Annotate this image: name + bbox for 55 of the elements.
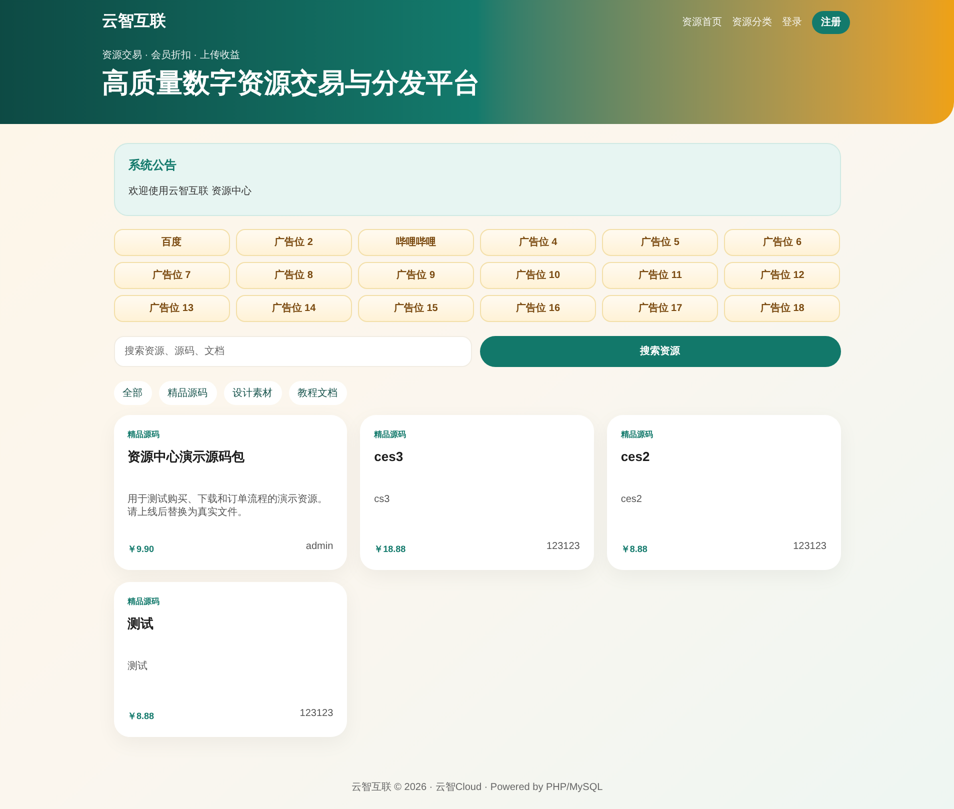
category-label: 精品源码 <box>128 429 160 441</box>
resource-title[interactable]: 资源中心演示源码包 <box>128 447 334 466</box>
ad-slot-link[interactable]: 广告位 15 <box>358 295 474 322</box>
category-label: 精品源码 <box>374 429 408 441</box>
notice-text: 欢迎使用云智互联 资源中心 <box>128 184 252 199</box>
filter-chip[interactable]: 设计素材 <box>224 381 282 405</box>
filter-chip[interactable]: 教程文档 <box>288 381 346 405</box>
notice-title: 系统公告 <box>128 157 178 174</box>
resource-title[interactable]: 测试 <box>128 614 334 634</box>
ad-slot-link[interactable]: 哔哩哔哩 <box>358 229 474 256</box>
ad-slot-link[interactable]: 广告位 9 <box>358 262 474 289</box>
resource-card[interactable]: 精品源码 测试 测试 ￥8.88 123123 <box>114 582 348 737</box>
price-text: ￥8.88 <box>128 710 154 722</box>
ad-slot-link[interactable]: 广告位 8 <box>236 262 352 289</box>
search-button[interactable]: 搜索资源 <box>480 336 840 367</box>
author-name: 123123 <box>793 540 826 554</box>
ad-slot-link[interactable]: 广告位 17 <box>602 295 718 322</box>
resource-description: 用于测试购买、下载和订单流程的演示资源。请上线后替换为真实文件。 <box>128 492 328 520</box>
author-name: 123123 <box>300 706 334 720</box>
ad-slot-link[interactable]: 广告位 6 <box>724 229 840 256</box>
price-text: ￥18.88 <box>374 542 406 556</box>
resource-title[interactable]: ces2 <box>620 447 826 466</box>
ad-slot-link[interactable]: 广告位 7 <box>114 262 230 289</box>
resource-card[interactable]: 精品源码 ces3 cs3 ￥18.88 123123 <box>360 415 594 570</box>
ad-slot-link[interactable]: 广告位 2 <box>236 229 352 256</box>
ad-slot-link[interactable]: 百度 <box>114 229 230 256</box>
category-label: 精品源码 <box>620 429 654 441</box>
ad-slot-link[interactable]: 广告位 14 <box>236 295 352 322</box>
ad-slot-link[interactable]: 广告位 5 <box>602 229 718 256</box>
footer-text: 云智互联 © 2026 · 云智Cloud · Powered by PHP/MySQL <box>350 781 604 795</box>
register-button[interactable]: 注册 <box>812 10 850 34</box>
ad-slot-link[interactable]: 广告位 4 <box>480 229 596 256</box>
ad-slot-link[interactable]: 广告位 12 <box>724 262 840 289</box>
author-name: 123123 <box>546 540 580 554</box>
ad-slot-link[interactable]: 广告位 18 <box>724 295 840 322</box>
ad-slot-link[interactable]: 广告位 10 <box>480 262 596 289</box>
resource-description: cs3 <box>374 492 391 506</box>
ad-slot-link[interactable]: 广告位 16 <box>480 295 596 322</box>
tagline: 资源交易 · 会员折扣 · 上传收益 <box>102 48 241 63</box>
author-name: admin <box>306 540 334 554</box>
search-field[interactable]: 搜索资源、源码、文档 <box>114 336 472 367</box>
brand-logo[interactable]: 云智互联 <box>102 10 166 34</box>
headline: 高质量数字资源交易与分发平台 <box>102 67 481 100</box>
resource-card[interactable]: 精品源码 资源中心演示源码包 用于测试购买、下载和订单流程的演示资源。请上线后替换为真实文件。 ￥9.90 admin <box>114 415 348 570</box>
resource-description: 测试 <box>128 660 148 674</box>
resource-description: ces2 <box>620 492 643 506</box>
ad-slot-link[interactable]: 广告位 11 <box>602 262 718 289</box>
ad-slot-link[interactable]: 广告位 13 <box>114 295 230 322</box>
price-text: ￥8.88 <box>620 542 648 556</box>
filter-chip[interactable]: 全部 <box>114 381 152 405</box>
price-text: ￥9.90 <box>128 542 154 556</box>
resource-title[interactable]: ces3 <box>374 447 580 466</box>
filter-chip[interactable]: 精品源码 <box>158 381 216 405</box>
category-label: 精品源码 <box>128 596 160 608</box>
resource-card[interactable]: 精品源码 ces2 ces2 ￥8.88 123123 <box>606 415 840 570</box>
